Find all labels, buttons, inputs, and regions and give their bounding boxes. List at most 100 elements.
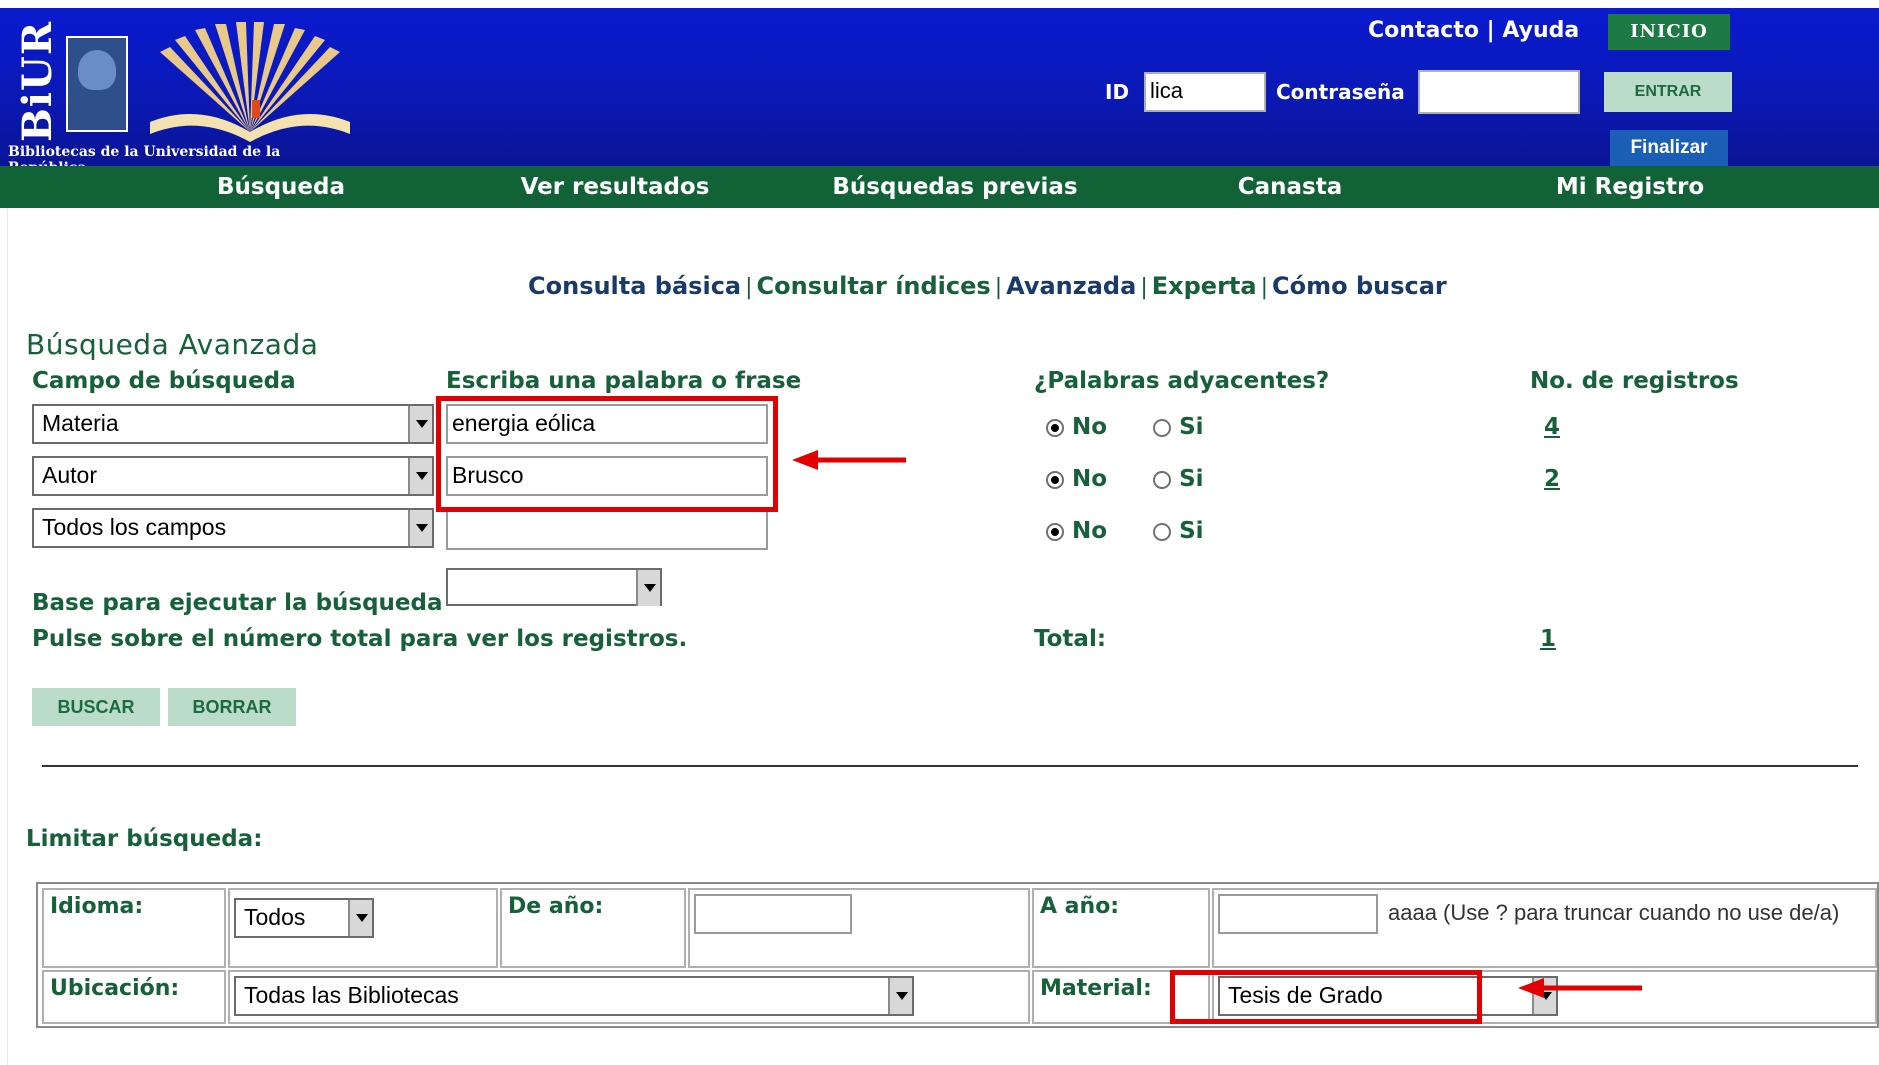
adjacent-radio-group-1: No Si xyxy=(1046,414,1204,440)
total-count[interactable]: 1 xyxy=(1540,626,1556,652)
cell-location-value: Todas las Bibliotecas xyxy=(228,970,1030,1024)
main-nav: Búsqueda Ver resultados Búsquedas previa… xyxy=(0,166,1879,208)
radio-si-2[interactable] xyxy=(1153,470,1172,489)
logout-button[interactable]: Finalizar xyxy=(1610,130,1728,166)
link-avanzada[interactable]: Avanzada xyxy=(1006,272,1136,300)
nav-ver-resultados[interactable]: Ver resultados xyxy=(505,166,725,208)
chevron-down-icon xyxy=(408,406,432,442)
search-mode-links: Consulta básica | Consultar índices | Avanza… xyxy=(528,272,1447,300)
total-label: Total: xyxy=(1034,626,1107,652)
base-label: Base para ejecutar la búsqueda xyxy=(32,590,443,616)
radio-si-1[interactable] xyxy=(1153,418,1172,437)
page-title: Búsqueda Avanzada xyxy=(26,328,319,361)
radio-si-3[interactable] xyxy=(1153,522,1172,541)
annotation-arrow-terms xyxy=(792,450,906,470)
chevron-down-icon xyxy=(636,570,660,606)
subnav-sep: | xyxy=(1140,275,1148,300)
chevron-down-icon xyxy=(408,458,432,494)
open-book-icon xyxy=(150,22,350,142)
field-select-1-value: Materia xyxy=(42,410,119,436)
header-adjacent: ¿Palabras adyacentes? xyxy=(1034,368,1330,394)
home-button[interactable]: INICIO xyxy=(1608,14,1730,50)
subnav-sep: | xyxy=(994,275,1003,300)
location-label: Ubicación: xyxy=(50,976,180,1001)
header-search-term: Escriba una palabra o frase xyxy=(446,368,802,394)
password-input[interactable] xyxy=(1418,70,1580,114)
radio-no-label-2: No xyxy=(1072,466,1108,492)
logo-text: BiUR xyxy=(14,20,61,142)
cell-language-label: Idioma: xyxy=(42,888,226,968)
cell-location-label: Ubicación: xyxy=(42,970,226,1024)
term-input-3[interactable] xyxy=(446,510,768,550)
nav-busqueda[interactable]: Búsqueda xyxy=(196,166,366,208)
header-search-field: Campo de búsqueda xyxy=(32,368,296,394)
to-year-label: A año: xyxy=(1040,894,1120,919)
adjacent-radio-group-3: No Si xyxy=(1046,518,1204,544)
search-button[interactable]: BUSCAR xyxy=(32,688,160,726)
field-select-3-value: Todos los campos xyxy=(42,514,227,540)
university-crest-icon xyxy=(66,36,128,132)
subnav-sep: | xyxy=(1260,275,1268,300)
id-label: ID xyxy=(1105,80,1130,104)
limit-search-table: Idioma: Todos De año: A año: aaaa (Use ?… xyxy=(36,882,1879,1028)
location-select[interactable]: Todas las Bibliotecas xyxy=(234,976,914,1016)
total-hint: Pulse sobre el número total para ver los… xyxy=(32,626,688,652)
help-link[interactable]: Ayuda xyxy=(1502,18,1579,43)
link-separator: | xyxy=(1486,18,1495,43)
cell-to-year-value: aaaa (Use ? para truncar cuando no use d… xyxy=(1212,888,1877,968)
divider xyxy=(42,765,1858,767)
left-border xyxy=(0,208,8,1065)
cell-language-value: Todos xyxy=(228,888,498,968)
year-hint: aaaa (Use ? para truncar cuando no use d… xyxy=(1388,900,1840,925)
chevron-down-icon xyxy=(408,510,432,546)
field-select-2[interactable]: Autor xyxy=(32,456,434,496)
login-button[interactable]: ENTRAR xyxy=(1604,72,1732,112)
contact-help-links: Contacto | Ayuda xyxy=(1368,18,1579,43)
library-logo[interactable]: BiUR Bibliotecas de la Universidad de la… xyxy=(0,8,362,176)
cell-from-year-value xyxy=(688,888,1030,968)
location-select-value: Todas las Bibliotecas xyxy=(244,982,459,1008)
link-consulta-basica[interactable]: Consulta básica xyxy=(528,272,741,300)
record-count-1[interactable]: 4 xyxy=(1544,414,1560,440)
subnav-sep: | xyxy=(745,275,753,300)
link-consultar-indices[interactable]: Consultar índices xyxy=(757,272,991,300)
nav-busquedas-previas[interactable]: Búsquedas previas xyxy=(830,166,1080,208)
language-label: Idioma: xyxy=(50,894,144,919)
header-records: No. de registros xyxy=(1530,368,1739,394)
cell-from-year-label: De año: xyxy=(500,888,686,968)
radio-no-2[interactable] xyxy=(1046,470,1064,489)
id-input[interactable]: lica xyxy=(1144,72,1266,112)
radio-no-3[interactable] xyxy=(1046,522,1064,541)
cell-to-year-label: A año: xyxy=(1032,888,1210,968)
link-como-buscar[interactable]: Cómo buscar xyxy=(1272,272,1447,300)
nav-canasta[interactable]: Canasta xyxy=(1220,166,1360,208)
from-year-input[interactable] xyxy=(694,894,852,934)
annotation-box-material xyxy=(1170,970,1482,1024)
top-border xyxy=(0,0,1879,8)
from-year-label: De año: xyxy=(508,894,604,919)
field-select-2-value: Autor xyxy=(42,462,97,488)
adjacent-radio-group-2: No Si xyxy=(1046,466,1204,492)
radio-si-label-3: Si xyxy=(1179,518,1204,544)
language-select[interactable]: Todos xyxy=(234,898,374,938)
radio-no-label-1: No xyxy=(1072,414,1108,440)
chevron-down-icon xyxy=(888,978,912,1014)
chevron-down-icon xyxy=(348,900,372,936)
password-label: Contraseña xyxy=(1276,80,1405,104)
link-experta[interactable]: Experta xyxy=(1152,272,1257,300)
radio-si-label-2: Si xyxy=(1179,466,1204,492)
language-select-value: Todos xyxy=(244,904,306,930)
field-select-3[interactable]: Todos los campos xyxy=(32,508,434,548)
radio-no-label-3: No xyxy=(1072,518,1108,544)
record-count-2[interactable]: 2 xyxy=(1544,466,1560,492)
radio-no-1[interactable] xyxy=(1046,418,1064,437)
annotation-arrow-material xyxy=(1518,978,1642,998)
contact-link[interactable]: Contacto xyxy=(1368,18,1479,43)
base-select[interactable] xyxy=(446,568,662,606)
clear-button[interactable]: BORRAR xyxy=(168,688,296,726)
annotation-box-terms xyxy=(436,396,778,512)
radio-si-label-1: Si xyxy=(1179,414,1204,440)
limit-title: Limitar búsqueda: xyxy=(26,826,263,852)
field-select-1[interactable]: Materia xyxy=(32,404,434,444)
nav-mi-registro[interactable]: Mi Registro xyxy=(1540,166,1720,208)
